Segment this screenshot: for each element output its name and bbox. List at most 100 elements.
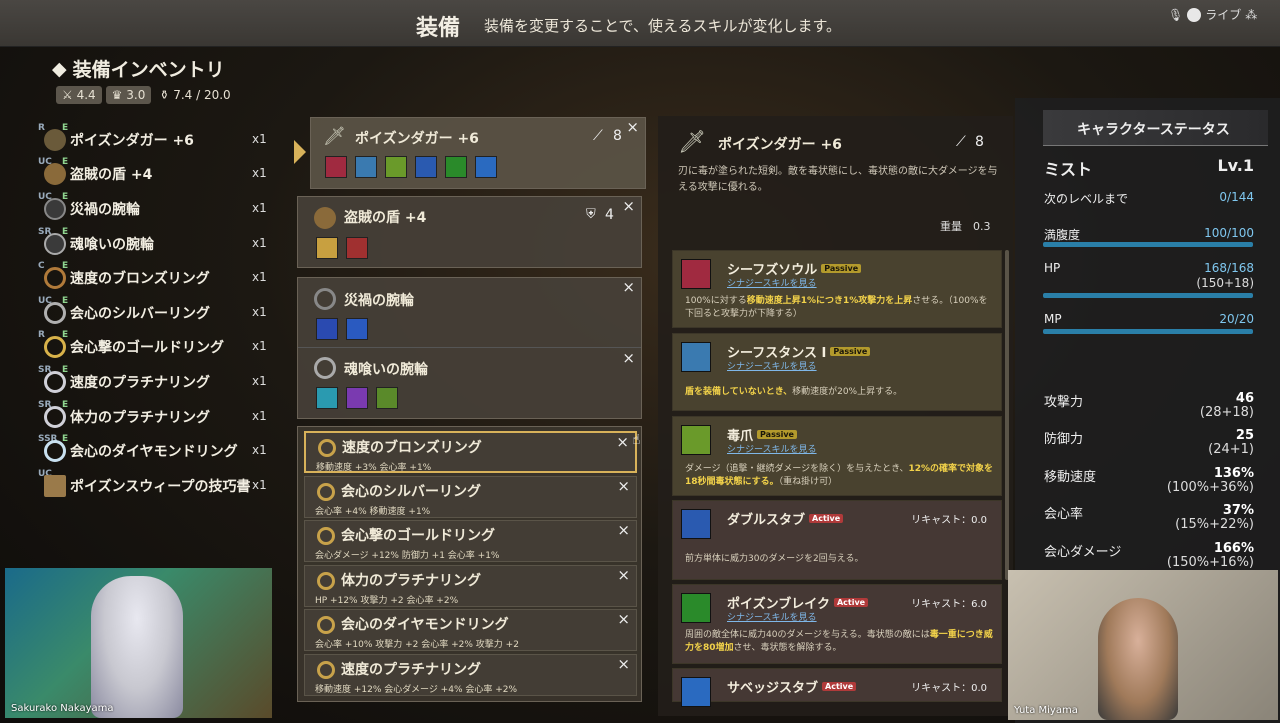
- shield-value: 4: [605, 207, 614, 223]
- ring-stat: 会心率 +10% 攻撃力 +2 会心率 +2% 攻撃力 +2: [315, 640, 519, 650]
- skill-desc: 前方単体に威力30のダメージを2回与える。: [685, 554, 864, 564]
- skill-card[interactable]: シーフスタンス Ⅰ Passive シナジースキルを見る 盾を装備していないとき、…: [672, 333, 1002, 411]
- shield-slot[interactable]: 盗賊の盾 +4 ⛨ 4 ×: [297, 196, 642, 268]
- unequip-button[interactable]: ×: [616, 433, 629, 451]
- inventory-item[interactable]: UC E 災禍の腕輪 x1: [38, 192, 268, 224]
- ring-slot[interactable]: 会心のダイヤモンドリング 会心率 +10% 攻撃力 +2 会心率 +2% 攻撃力 …: [304, 609, 637, 651]
- skill-icon[interactable]: [346, 237, 368, 259]
- skill-card[interactable]: サベッジスタブ Active リキャスト：0.0: [672, 668, 1002, 707]
- item-name: 魂喰いの腕輪: [70, 237, 154, 253]
- item-qty: x1: [252, 409, 267, 423]
- skill-icon[interactable]: [325, 156, 347, 178]
- skill-card[interactable]: ダブルスタブ Active リキャスト：0.0 前方単体に威力30のダメージを2回…: [672, 500, 1002, 580]
- unequip-button[interactable]: ×: [622, 278, 635, 296]
- defense-stat-badge: ♛ 3.0: [105, 86, 152, 104]
- ring-icon: [44, 302, 66, 324]
- detail-item-value: 8: [975, 134, 984, 150]
- stat-speed: 移動速度 136% (100%+36%): [1044, 466, 1254, 495]
- video-tile-left[interactable]: Sakurako Nakayama: [5, 568, 272, 718]
- skill-icon[interactable]: [445, 156, 467, 178]
- skill-icon[interactable]: [415, 156, 437, 178]
- inventory-item[interactable]: UC E 会心のシルバーリング x1: [38, 296, 268, 328]
- participants-icon[interactable]: ⁂: [1245, 8, 1257, 22]
- bracelet-slot[interactable]: 災禍の腕輪 ×: [298, 278, 641, 348]
- detail-scrollbar[interactable]: [1005, 250, 1009, 580]
- next-level-row: 次のレベルまで 0/144: [1044, 190, 1254, 206]
- skill-icon[interactable]: [316, 387, 338, 409]
- active-badge: Active: [833, 598, 869, 607]
- unequip-button[interactable]: ×: [626, 118, 639, 136]
- bracelet-icon: [314, 357, 336, 379]
- mic-off-icon[interactable]: 🎙: [1168, 8, 1183, 22]
- selected-arrow-icon: [294, 140, 306, 164]
- ring-icon: [44, 336, 66, 358]
- inventory-item[interactable]: R E ポイズンダガー +6 x1: [38, 123, 268, 155]
- passive-badge: Passive: [821, 264, 862, 273]
- skill-card[interactable]: ポイズンブレイク Active リキャスト：6.0 シナジースキルを見る 周囲の敵…: [672, 584, 1002, 664]
- inventory-title: ◆ 装備インベントリ: [52, 55, 225, 82]
- skill-icon[interactable]: [316, 237, 338, 259]
- detail-description: 刃に毒が塗られた短剣。敵を毒状態にし、毒状態の敵に大ダメージを与える攻撃に優れる…: [678, 166, 998, 193]
- synergy-link[interactable]: シナジースキルを見る: [727, 276, 817, 289]
- skill-icon: [681, 593, 711, 623]
- inventory-item[interactable]: SR E 体力のプラチナリング x1: [38, 400, 268, 432]
- skill-desc: 100%に対する移動速度上昇1%につき1%攻撃力を上昇させる。（100%を下回る…: [685, 296, 988, 319]
- inventory-item[interactable]: SR E 速度のプラチナリング x1: [38, 365, 268, 397]
- skill-icon[interactable]: [475, 156, 497, 178]
- synergy-link[interactable]: シナジースキルを見る: [727, 610, 817, 623]
- inventory-item[interactable]: UC E 盗賊の盾 +4 x1: [38, 157, 268, 189]
- skill-icon[interactable]: [346, 387, 368, 409]
- skill-name: ダブルスタブ Active: [727, 509, 844, 528]
- ring-name: 体力のプラチナリング: [341, 573, 481, 589]
- live-indicator[interactable]: 🎙 ライブ ⁂: [1168, 6, 1257, 23]
- video-tile-right[interactable]: Yuta Miyama: [1008, 570, 1278, 720]
- item-name: 会心撃のゴールドリング: [70, 340, 224, 356]
- dagger-icon: [44, 129, 66, 151]
- synergy-link[interactable]: シナジースキルを見る: [727, 359, 817, 372]
- ring-stat: 会心ダメージ +12% 防御力 +1 会心率 +1%: [315, 551, 500, 561]
- page-subtitle: 装備を変更することで、使えるスキルが変化します。: [484, 17, 842, 35]
- skill-icon[interactable]: [346, 318, 368, 340]
- stat-crit-rate: 会心率 37% (15%+22%): [1044, 503, 1254, 532]
- ring-slot[interactable]: 速度のプラチナリング 移動速度 +12% 会心ダメージ +4% 会心率 +2% ×: [304, 654, 637, 696]
- inventory-item[interactable]: R E 会心撃のゴールドリング x1: [38, 330, 268, 362]
- unequip-button[interactable]: ×: [617, 477, 630, 495]
- inventory-stats: ⚔ 4.4 ♛ 3.0 ⚱ 7.4 / 20.0: [56, 86, 231, 104]
- skill-icon[interactable]: [385, 156, 407, 178]
- inventory-item[interactable]: UC ポイズンスウィープの技巧書 x1: [38, 469, 268, 501]
- inventory-item[interactable]: C E 速度のブロンズリング x1: [38, 261, 268, 293]
- skill-icon: [681, 425, 711, 455]
- unequip-button[interactable]: ×: [617, 521, 630, 539]
- synergy-link[interactable]: シナジースキルを見る: [727, 442, 817, 455]
- bracelet-slot[interactable]: 魂喰いの腕輪 ×: [298, 349, 641, 419]
- skill-icon[interactable]: [376, 387, 398, 409]
- weapon-slot[interactable]: 🗡 ポイズンダガー +6 ⟋ 8 ×: [310, 117, 646, 189]
- unequip-button[interactable]: ×: [617, 655, 630, 673]
- inventory-item[interactable]: SR E 魂喰いの腕輪 x1: [38, 227, 268, 259]
- unequip-button[interactable]: ×: [622, 197, 635, 215]
- item-name: 速度のプラチナリング: [70, 375, 210, 391]
- character-level: Lv.1: [1217, 156, 1254, 175]
- ring-slot[interactable]: 会心撃のゴールドリング 会心ダメージ +12% 防御力 +1 会心率 +1% ×: [304, 520, 637, 562]
- inventory-item[interactable]: SSR E 会心のダイヤモンドリング x1: [38, 434, 268, 466]
- detail-item-name: ポイズンダガー +6: [718, 137, 842, 153]
- unequip-button[interactable]: ×: [617, 566, 630, 584]
- skill-card[interactable]: 毒爪 Passive シナジースキルを見る ダメージ（追撃・継続ダメージを除く）を…: [672, 416, 1002, 496]
- skill-card[interactable]: シーフズソウル Passive シナジースキルを見る 100%に対する移動速度上昇…: [672, 250, 1002, 328]
- unequip-button[interactable]: ×: [622, 349, 635, 367]
- ring-slot[interactable]: 速度のブロンズリング 移動速度 +3% 会心率 +1% ×: [304, 431, 637, 473]
- ring-slot[interactable]: 体力のプラチナリング HP +12% 攻撃力 +2 会心率 +2% ×: [304, 565, 637, 607]
- stat-defense: 防御力 25 (24+1): [1044, 428, 1254, 457]
- skill-icon[interactable]: [355, 156, 377, 178]
- skill-icon: [681, 342, 711, 372]
- passive-badge: Passive: [757, 430, 797, 439]
- rarity-label: C: [38, 261, 45, 271]
- item-qty: x1: [252, 201, 267, 215]
- bracelet-name: 魂喰いの腕輪: [344, 362, 428, 378]
- skill-icon[interactable]: [316, 318, 338, 340]
- detail-weight: 重量 0.3: [940, 220, 991, 233]
- item-qty: x1: [252, 270, 267, 284]
- ring-slot[interactable]: 会心のシルバーリング 会心率 +4% 移動速度 +1% ×: [304, 476, 637, 518]
- unequip-button[interactable]: ×: [617, 610, 630, 628]
- weapon-value: 8: [613, 128, 622, 144]
